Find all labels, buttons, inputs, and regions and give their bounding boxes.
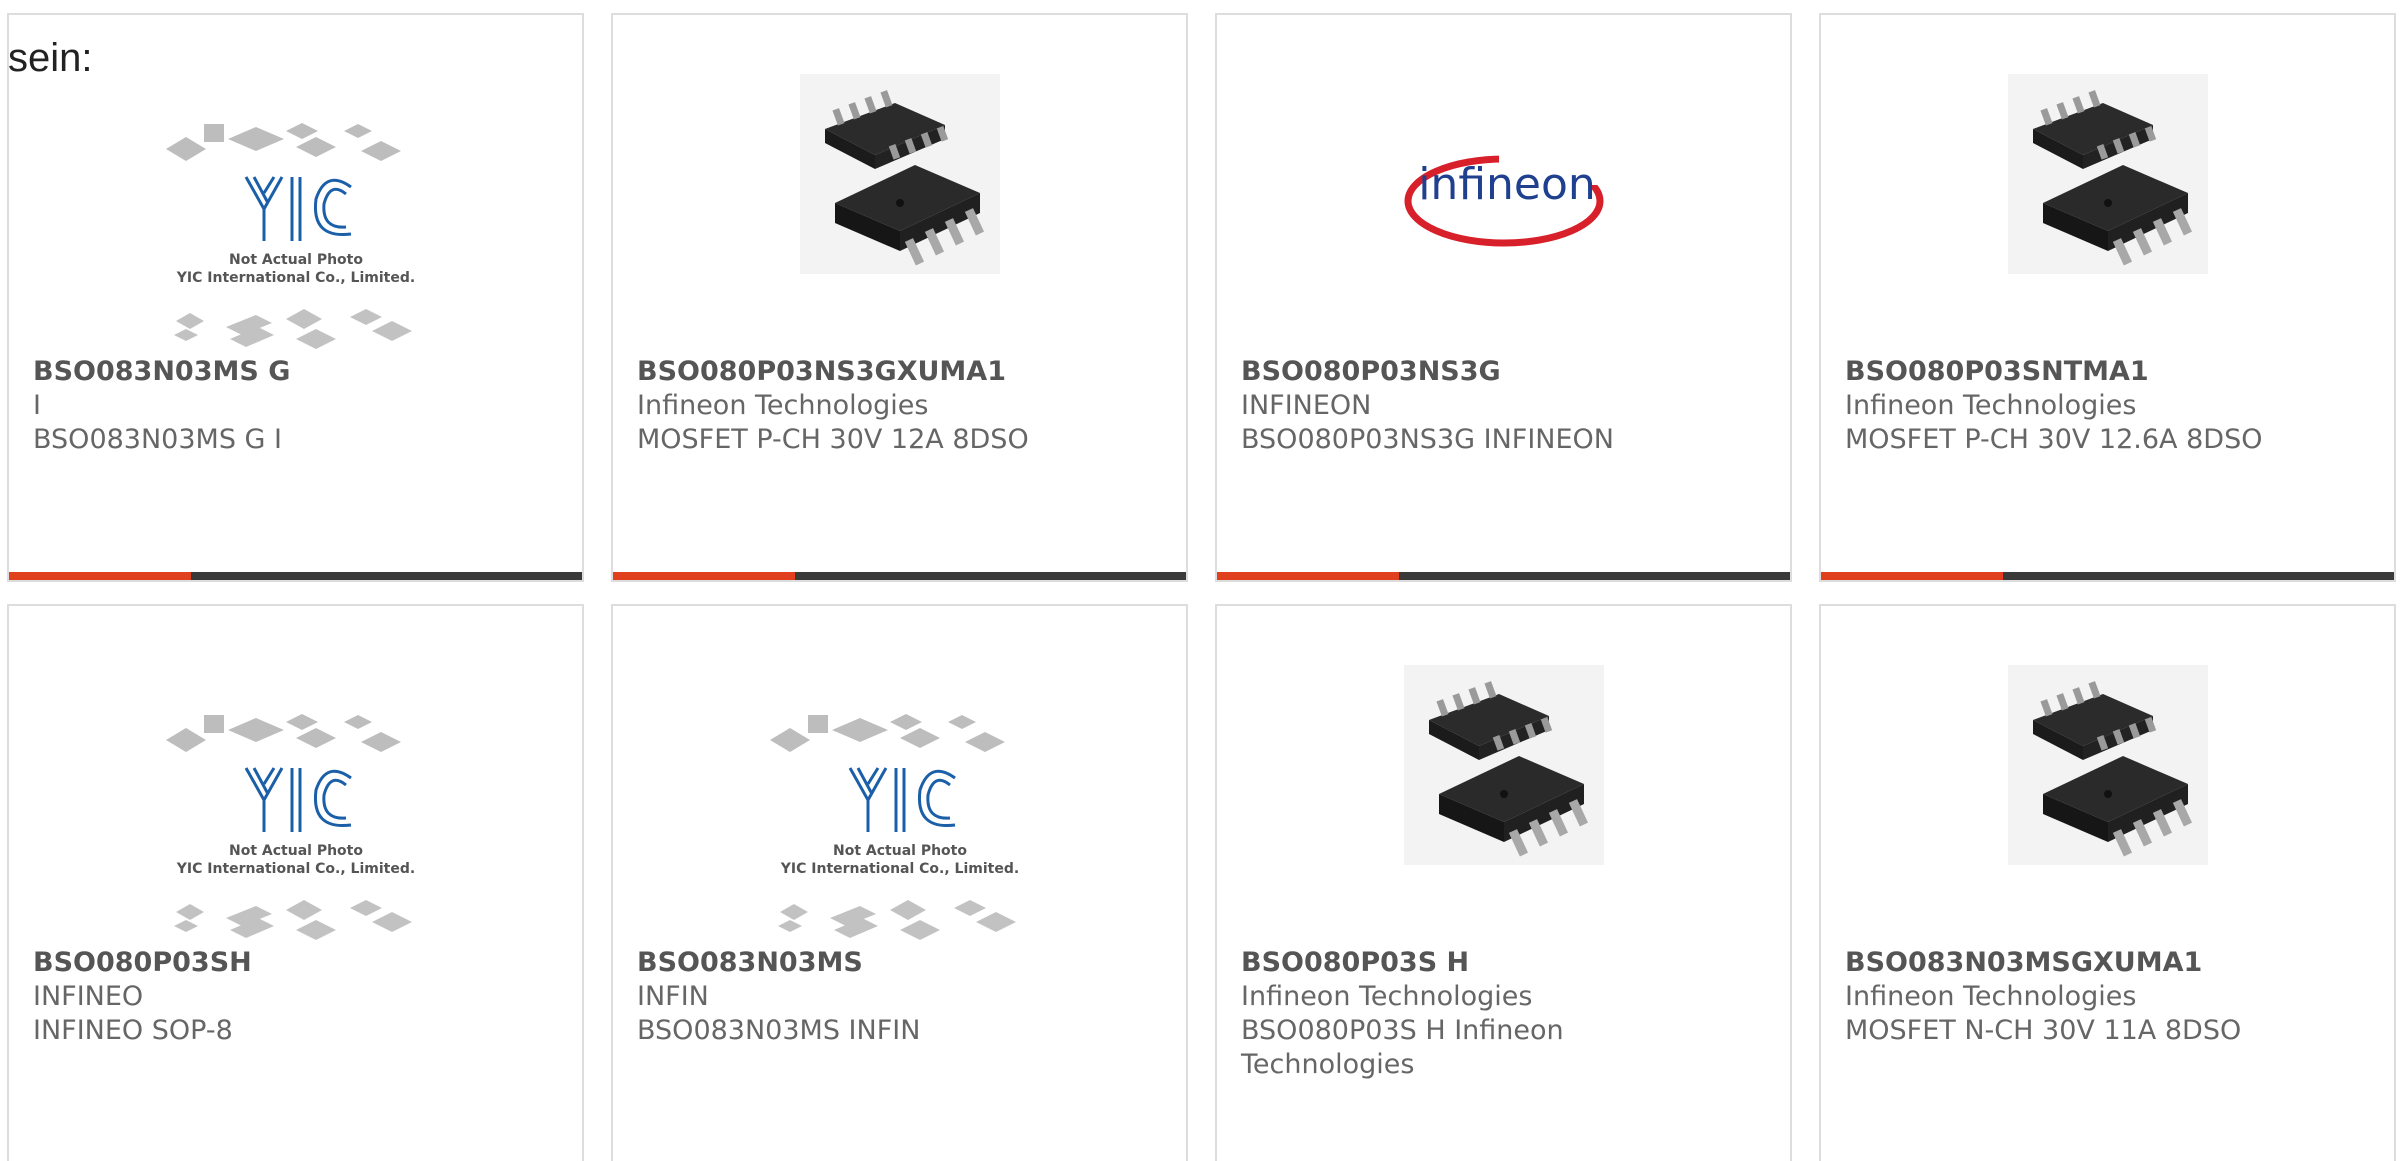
svg-text:YIC International Co., Limited: YIC International Co., Limited.	[175, 270, 414, 286]
product-image[interactable]: infineon	[1217, 69, 1790, 359]
part-number-link[interactable]: BSO080P03S H	[1241, 946, 1770, 980]
product-image[interactable]	[1217, 660, 1790, 950]
card-bottom-bar	[1821, 572, 2394, 580]
part-number-link[interactable]: BSO083N03MS G	[33, 355, 562, 389]
card-accent-bar	[1821, 572, 2003, 580]
part-number-link[interactable]: BSO080P03NS3G	[1241, 355, 1770, 389]
part-number-link[interactable]: BSO080P03NS3GXUMA1	[637, 355, 1166, 389]
svg-text:YIC International Co., Limited: YIC International Co., Limited.	[175, 861, 414, 877]
manufacturer-label: Infineon Technologies	[1241, 981, 1533, 1012]
placeholder-photo-icon: Not Actual Photo YIC International Co., …	[769, 714, 1019, 940]
description-label: BSO080P03S H Infineon Technologies	[1241, 1015, 1564, 1080]
placeholder-photo-icon: Not Actual Photo YIC International Co., …	[165, 123, 415, 349]
manufacturer-label: Infineon Technologies	[1845, 390, 2137, 421]
product-card[interactable]: infineon BSO080P03NS3G INFINEON BSO080P0…	[1215, 13, 1792, 582]
svg-text:Not Actual Photo: Not Actual Photo	[833, 843, 967, 859]
product-card[interactable]: BSO080P03S H Infineon Technologies BSO08…	[1215, 604, 1792, 1161]
product-image[interactable]	[1821, 660, 2394, 950]
infineon-logo: infineon	[1404, 151, 1609, 247]
product-image[interactable]: Not Actual Photo YIC International Co., …	[613, 660, 1186, 950]
soic8-chip-photo	[799, 74, 1000, 274]
description-label: INFINEO SOP-8	[33, 1015, 233, 1046]
description-label: BSO083N03MS G I	[33, 424, 283, 455]
svg-text:Not Actual Photo: Not Actual Photo	[229, 843, 363, 859]
manufacturer-label: INFINEON	[1241, 390, 1372, 421]
soic8-chip-photo	[2007, 665, 2208, 865]
intro-text: sein:	[8, 36, 93, 80]
manufacturer-label: I	[33, 390, 41, 421]
card-bottom-bar	[9, 572, 582, 580]
part-number-link[interactable]: BSO083N03MSGXUMA1	[1845, 946, 2374, 980]
part-number-link[interactable]: BSO083N03MS	[637, 946, 1166, 980]
manufacturer-label: INFIN	[637, 981, 709, 1012]
manufacturer-label: INFINEO	[33, 981, 144, 1012]
description-label: BSO083N03MS INFIN	[637, 1015, 921, 1046]
product-image[interactable]	[613, 69, 1186, 359]
product-image[interactable]: Not Actual Photo YIC International Co., …	[9, 69, 582, 359]
svg-text:Not Actual Photo: Not Actual Photo	[229, 252, 363, 268]
product-card[interactable]: BSO080P03SNTMA1 Infineon Technologies MO…	[1819, 13, 2396, 582]
part-number-link[interactable]: BSO080P03SNTMA1	[1845, 355, 2374, 389]
product-grid-page: sein: Not Actual Photo YIC International…	[0, 0, 2400, 1161]
card-accent-bar	[9, 572, 191, 580]
product-card[interactable]: BSO083N03MSGXUMA1 Infineon Technologies …	[1819, 604, 2396, 1161]
product-image[interactable]	[1821, 69, 2394, 359]
description-label: BSO080P03NS3G INFINEON	[1241, 424, 1614, 455]
soic8-chip-photo	[1403, 665, 1604, 865]
card-bottom-bar	[613, 572, 1186, 580]
description-label: MOSFET N-CH 30V 11A 8DSO	[1845, 1015, 2242, 1046]
part-number-link[interactable]: BSO080P03SH	[33, 946, 562, 980]
product-image[interactable]: Not Actual Photo YIC International Co., …	[9, 660, 582, 950]
svg-text:infineon: infineon	[1418, 159, 1596, 210]
placeholder-photo-icon: Not Actual Photo YIC International Co., …	[165, 714, 415, 940]
description-label: MOSFET P-CH 30V 12A 8DSO	[637, 424, 1029, 455]
card-bottom-bar	[1217, 572, 1790, 580]
card-accent-bar	[613, 572, 795, 580]
product-card[interactable]: Not Actual Photo YIC International Co., …	[611, 604, 1188, 1161]
product-card[interactable]: Not Actual Photo YIC International Co., …	[7, 13, 584, 582]
product-card[interactable]: Not Actual Photo YIC International Co., …	[7, 604, 584, 1161]
description-label: MOSFET P-CH 30V 12.6A 8DSO	[1845, 424, 2263, 455]
card-accent-bar	[1217, 572, 1399, 580]
manufacturer-label: Infineon Technologies	[1845, 981, 2137, 1012]
svg-text:YIC International Co., Limited: YIC International Co., Limited.	[779, 861, 1018, 877]
soic8-chip-photo	[2007, 74, 2208, 274]
manufacturer-label: Infineon Technologies	[637, 390, 929, 421]
product-card[interactable]: BSO080P03NS3GXUMA1 Infineon Technologies…	[611, 13, 1188, 582]
